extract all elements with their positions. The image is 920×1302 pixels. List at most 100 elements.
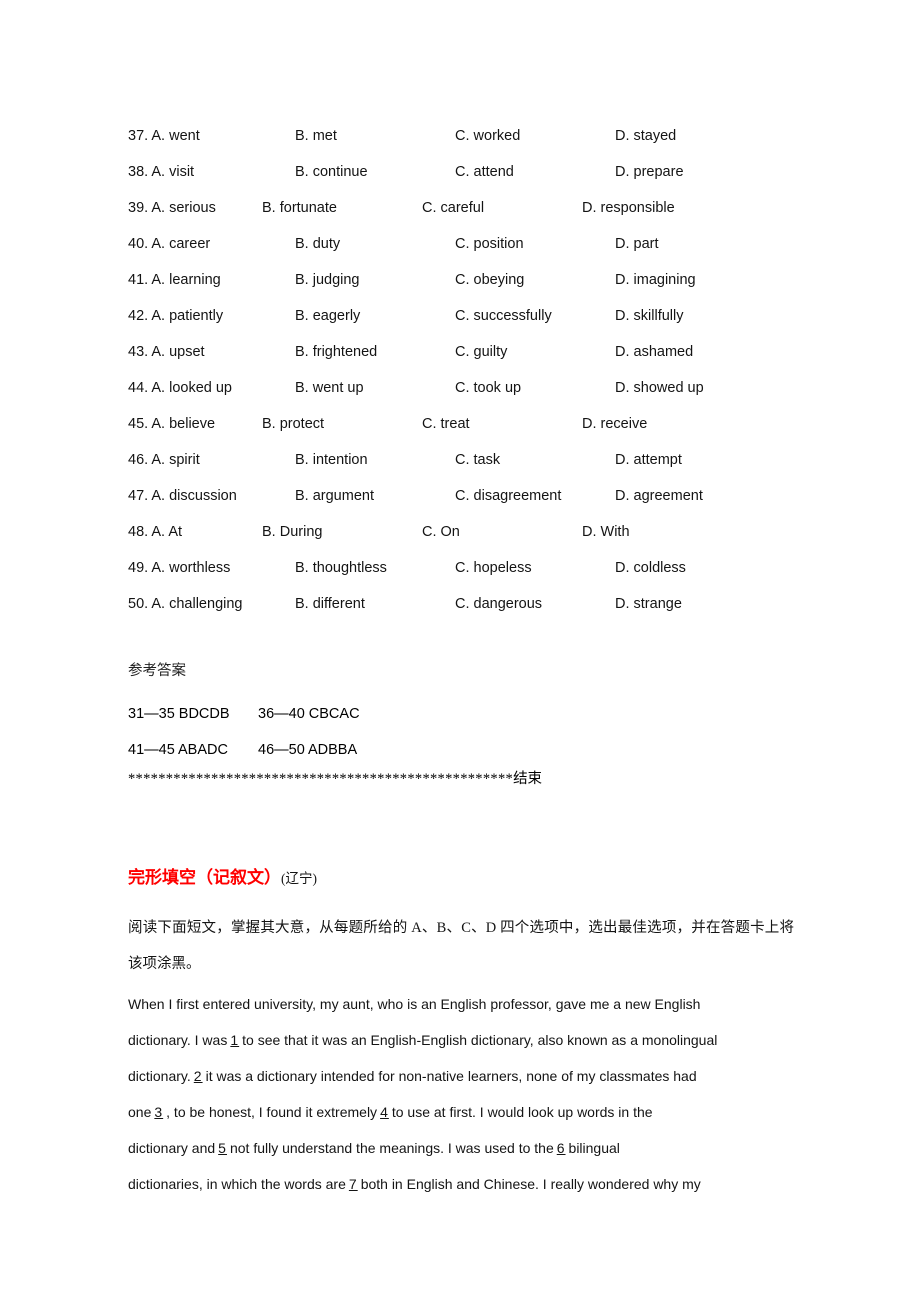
cloze-blank[interactable]: 1 [227, 1032, 242, 1048]
option-d[interactable]: D. skillfully [615, 298, 683, 334]
option-row: 41. A. learning B. judging C. obeying D. im… [128, 262, 848, 298]
option-row: 39. A. serious B. fortunate C. careful D. r… [128, 190, 848, 226]
option-a[interactable]: 45. A. believe [128, 406, 215, 442]
section-heading-region: (辽宁) [281, 871, 317, 886]
passage-text: to use at first. I would look up words i… [391, 1104, 653, 1120]
option-a[interactable]: 48. A. At [128, 514, 182, 550]
answer-key-line: 31—35 BDCDB 36—40 CBCAC [128, 696, 828, 732]
answer-range-left: 31—35 BDCDB [128, 706, 230, 722]
option-d[interactable]: D. showed up [615, 370, 704, 406]
passage-text: When I first entered university, my aunt… [128, 996, 701, 1012]
passage-line: dictionary. 2 it was a dictionary intended… [128, 1058, 798, 1094]
answer-key-line: 41—45 ABADC 46—50 ADBBA [128, 732, 828, 768]
passage-text: to see that it was an English-English di… [242, 1032, 718, 1048]
answer-range-left: 41—45 ABADC [128, 742, 228, 758]
passage-line: dictionary. I was 1 to see that it was an … [128, 1022, 798, 1058]
option-b[interactable]: B. duty [295, 226, 340, 262]
option-c[interactable]: C. guilty [455, 334, 507, 370]
option-c[interactable]: C. hopeless [455, 550, 532, 586]
option-d[interactable]: D. responsible [582, 190, 675, 226]
option-c[interactable]: C. took up [455, 370, 521, 406]
cloze-passage: When I first entered university, my aunt… [128, 986, 798, 1202]
option-b[interactable]: B. fortunate [262, 190, 337, 226]
cloze-blank[interactable]: 2 [191, 1068, 206, 1084]
option-row: 45. A. believe B. protect C. treat D. recei… [128, 406, 848, 442]
option-row: 37. A. went B. met C. worked D. stayed [128, 118, 848, 154]
option-a[interactable]: 39. A. serious [128, 190, 216, 226]
option-d[interactable]: D. imagining [615, 262, 696, 298]
option-b[interactable]: B. judging [295, 262, 360, 298]
option-b[interactable]: B. argument [295, 478, 374, 514]
option-c[interactable]: C. obeying [455, 262, 524, 298]
option-b[interactable]: B. protect [262, 406, 324, 442]
option-b[interactable]: B. thoughtless [295, 550, 387, 586]
option-b[interactable]: B. different [295, 586, 365, 622]
option-c[interactable]: C. On [422, 514, 460, 550]
option-a[interactable]: 38. A. visit [128, 154, 194, 190]
option-a[interactable]: 47. A. discussion [128, 478, 237, 514]
option-d[interactable]: D. prepare [615, 154, 684, 190]
multiple-choice-options-list: 37. A. went B. met C. worked D. stayed 38. A… [128, 118, 848, 622]
option-c[interactable]: C. careful [422, 190, 484, 226]
option-c[interactable]: C. position [455, 226, 524, 262]
option-b[interactable]: B. met [295, 118, 337, 154]
passage-text: both in English and Chinese. I really wo… [360, 1176, 701, 1192]
option-a[interactable]: 41. A. learning [128, 262, 221, 298]
option-b[interactable]: B. frightened [295, 334, 377, 370]
option-d[interactable]: D. ashamed [615, 334, 693, 370]
answer-key-section: 参考答案 31—35 BDCDB 36—40 CBCAC 41—45 ABADC 46… [128, 660, 828, 768]
cloze-blank[interactable]: 3 [151, 1104, 166, 1120]
answer-range-right: 46—50 ADBBA [258, 742, 358, 758]
cloze-blank[interactable]: 7 [346, 1176, 361, 1192]
option-d[interactable]: D. With [582, 514, 630, 550]
option-d[interactable]: D. attempt [615, 442, 682, 478]
option-b[interactable]: B. intention [295, 442, 368, 478]
option-c[interactable]: C. disagreement [455, 478, 561, 514]
option-a[interactable]: 40. A. career [128, 226, 210, 262]
answer-key-title: 参考答案 [128, 663, 186, 679]
passage-text: it was a dictionary intended for non-nat… [205, 1068, 697, 1084]
passage-line: one 3, to be honest, I found it extremely… [128, 1094, 798, 1130]
option-row: 42. A. patiently B. eagerly C. successfull… [128, 298, 848, 334]
section-heading: 完形填空（记叙文）(辽宁) [128, 863, 317, 888]
cloze-blank[interactable]: 4 [377, 1104, 392, 1120]
option-a[interactable]: 44. A. looked up [128, 370, 232, 406]
option-row: 38. A. visit B. continue C. attend D. prepa… [128, 154, 848, 190]
answer-key-lines: 31—35 BDCDB 36—40 CBCAC 41—45 ABADC 46—50 A… [128, 696, 828, 768]
option-b[interactable]: B. continue [295, 154, 368, 190]
document-page: 37. A. went B. met C. worked D. stayed 38. A… [0, 0, 920, 1302]
option-b[interactable]: B. During [262, 514, 322, 550]
option-d[interactable]: D. receive [582, 406, 647, 442]
option-c[interactable]: C. task [455, 442, 500, 478]
option-d[interactable]: D. strange [615, 586, 682, 622]
option-a[interactable]: 42. A. patiently [128, 298, 223, 334]
option-b[interactable]: B. eagerly [295, 298, 360, 334]
option-d[interactable]: D. stayed [615, 118, 676, 154]
instruction-paragraph: 阅读下面短文，掌握其大意，从每题所给的 A、B、C、D 四个选项中，选出最佳选项… [128, 920, 794, 972]
option-d[interactable]: D. agreement [615, 478, 703, 514]
option-d[interactable]: D. coldless [615, 550, 686, 586]
option-c[interactable]: C. worked [455, 118, 520, 154]
option-b[interactable]: B. went up [295, 370, 364, 406]
cloze-blank[interactable]: 6 [554, 1140, 569, 1156]
option-d[interactable]: D. part [615, 226, 659, 262]
option-row: 50. A. challenging B. different C. dangero… [128, 586, 848, 622]
option-a[interactable]: 46. A. spirit [128, 442, 200, 478]
divider-asterisks: ****************************************… [128, 771, 514, 787]
option-a[interactable]: 37. A. went [128, 118, 200, 154]
option-row: 40. A. career B. duty C. position D. part [128, 226, 848, 262]
passage-line: dictionary and 5 not fully understand the … [128, 1130, 798, 1166]
option-row: 49. A. worthless B. thoughtless C. hopeles… [128, 550, 848, 586]
option-row: 48. A. At B. During C. On D. With [128, 514, 848, 550]
option-c[interactable]: C. attend [455, 154, 514, 190]
option-c[interactable]: C. successfully [455, 298, 552, 334]
option-a[interactable]: 49. A. worthless [128, 550, 230, 586]
option-row: 44. A. looked up B. went up C. took up D. s… [128, 370, 848, 406]
passage-text: bilingual [568, 1140, 620, 1156]
cloze-blank[interactable]: 5 [215, 1140, 230, 1156]
option-c[interactable]: C. treat [422, 406, 470, 442]
section-divider: ****************************************… [128, 768, 542, 790]
option-a[interactable]: 43. A. upset [128, 334, 205, 370]
option-a[interactable]: 50. A. challenging [128, 586, 242, 622]
option-c[interactable]: C. dangerous [455, 586, 542, 622]
